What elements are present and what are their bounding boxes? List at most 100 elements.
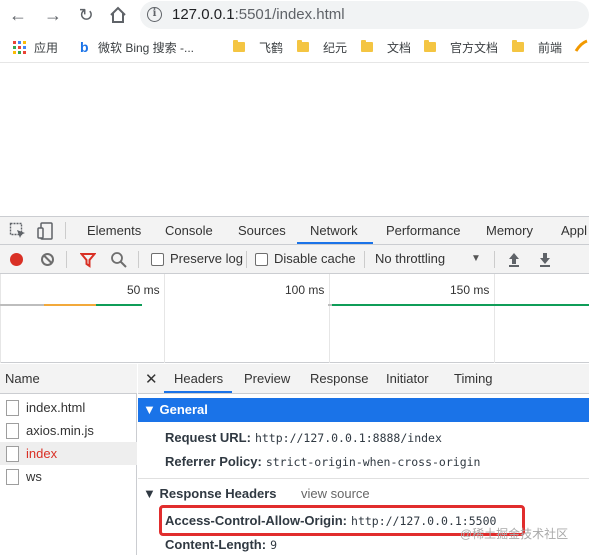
bookmark-bing[interactable]: b 微软 Bing 搜索 -... [80, 39, 194, 55]
bookmark-docs[interactable]: 文档 [361, 39, 411, 55]
throttling-dropdown-icon[interactable]: ▼ [471, 253, 481, 264]
timeline-gridline [329, 274, 330, 363]
back-icon[interactable]: ← [7, 5, 29, 25]
bookmark-frontend[interactable]: 前端 [512, 39, 562, 55]
request-url-key: Request URL: [165, 430, 251, 445]
tab-application[interactable]: Appl [561, 216, 587, 245]
response-headers-title: Response Headers [159, 486, 277, 501]
content-length-row: Content-Length: 9 [165, 537, 277, 552]
request-row-selected[interactable]: index [0, 442, 137, 465]
request-row[interactable]: axios.min.js [0, 419, 137, 442]
bookmark-jiyuan[interactable]: 纪元 [297, 39, 347, 55]
timeline-gridline [0, 274, 1, 363]
referrer-policy-row: Referrer Policy: strict-origin-when-cross… [165, 454, 480, 469]
timeline-bar [96, 304, 142, 306]
clear-icon[interactable] [41, 253, 54, 266]
view-source-link[interactable]: view source [301, 486, 370, 501]
toolbar-divider [138, 251, 139, 268]
bing-icon: b [80, 39, 89, 55]
request-url-row: Request URL: http://127.0.0.1:8888/index [165, 430, 442, 445]
tab-console[interactable]: Console [165, 216, 213, 245]
bookmark-feihe[interactable]: 飞鹤 [233, 39, 283, 55]
tab-response[interactable]: Response [310, 364, 369, 394]
request-name: index [26, 446, 58, 461]
request-url-value: http://127.0.0.1:8888/index [254, 431, 442, 445]
timeline-bar [332, 304, 589, 306]
folder-icon [424, 40, 436, 52]
request-row[interactable]: index.html [0, 396, 137, 419]
bookmark-official-docs[interactable]: 官方文档 [424, 39, 498, 55]
timeline-gridline [164, 274, 165, 363]
folder-icon [233, 40, 245, 52]
tab-memory[interactable]: Memory [486, 216, 533, 245]
disable-cache-checkbox[interactable] [255, 253, 268, 266]
tab-headers[interactable]: Headers [174, 364, 223, 394]
bookmark-label: 应用 [34, 40, 59, 55]
close-icon[interactable]: ✕ [145, 370, 158, 388]
request-name: index.html [26, 400, 86, 415]
timeline-bar [44, 304, 96, 306]
active-tab-indicator [297, 242, 373, 244]
bookmark-label: 官方文档 [450, 40, 499, 55]
referrer-policy-value: strict-origin-when-cross-origin [265, 455, 481, 469]
bookmark-apps[interactable]: 应用 [13, 39, 58, 55]
request-name: axios.min.js [26, 423, 94, 438]
tab-initiator[interactable]: Initiator [386, 364, 429, 394]
search-icon[interactable] [110, 251, 128, 269]
tab-network[interactable]: Network [310, 216, 358, 245]
file-icon [6, 468, 19, 485]
content-length-key: Content-Length: [165, 537, 267, 552]
export-har-icon[interactable] [537, 250, 553, 268]
tab-timing[interactable]: Timing [454, 364, 493, 394]
timeline-tick-label: 50 ms [127, 283, 160, 297]
toolbar-divider [494, 251, 495, 268]
url-text[interactable]: 127.0.0.1:5501/index.html [172, 6, 345, 23]
toolbar-divider [246, 251, 247, 268]
apps-grid-icon [13, 40, 26, 54]
url-host: 127.0.0.1 [172, 6, 235, 23]
import-har-icon[interactable] [506, 250, 522, 268]
section-divider [138, 478, 589, 479]
toolbar-divider [66, 251, 67, 268]
forward-icon[interactable]: → [42, 5, 64, 25]
filter-icon[interactable] [79, 252, 97, 268]
preserve-log-checkbox[interactable] [151, 253, 164, 266]
file-icon [6, 399, 19, 416]
tab-sources[interactable]: Sources [238, 216, 286, 245]
inspect-element-icon[interactable] [9, 222, 27, 240]
device-toolbar-icon[interactable] [36, 221, 56, 241]
bookmark-label: 前端 [538, 40, 563, 55]
referrer-policy-key: Referrer Policy: [165, 454, 262, 469]
general-section-header[interactable]: ▼ General [138, 398, 589, 422]
folder-icon [512, 40, 524, 52]
general-title: General [159, 402, 208, 417]
tab-performance[interactable]: Performance [386, 216, 460, 245]
bookmark-label: 文档 [387, 40, 412, 55]
disable-cache-label: Disable cache [274, 251, 356, 266]
reload-icon[interactable]: ↻ [75, 5, 97, 25]
throttling-select[interactable]: No throttling [375, 251, 445, 266]
tab-preview[interactable]: Preview [244, 364, 290, 394]
toolbar-divider [65, 222, 66, 239]
bookmark-label: 微软 Bing 搜索 -... [98, 40, 195, 55]
home-icon[interactable] [108, 5, 128, 25]
bookmark-label: 飞鹤 [259, 40, 284, 55]
more-bookmarks-icon[interactable] [573, 37, 589, 55]
tab-elements[interactable]: Elements [87, 216, 141, 245]
folder-icon [297, 40, 309, 52]
record-icon[interactable] [10, 253, 23, 266]
page-content [0, 64, 589, 216]
response-headers-section-header[interactable]: ▼ Response Headers [143, 486, 277, 501]
name-column-header[interactable]: Name [0, 364, 137, 394]
timeline-tick-label: 100 ms [285, 283, 325, 297]
active-detail-tab-indicator [164, 391, 232, 393]
request-row[interactable]: ws [0, 465, 137, 488]
toolbar-divider [364, 251, 365, 268]
info-icon[interactable]: i [147, 7, 162, 22]
timeline-tick-label: 150 ms [450, 283, 490, 297]
file-icon [6, 445, 19, 462]
request-name: ws [26, 469, 42, 484]
preserve-log-label: Preserve log [170, 251, 243, 266]
url-path: :5501/index.html [234, 6, 345, 23]
timeline-bar [0, 304, 44, 306]
